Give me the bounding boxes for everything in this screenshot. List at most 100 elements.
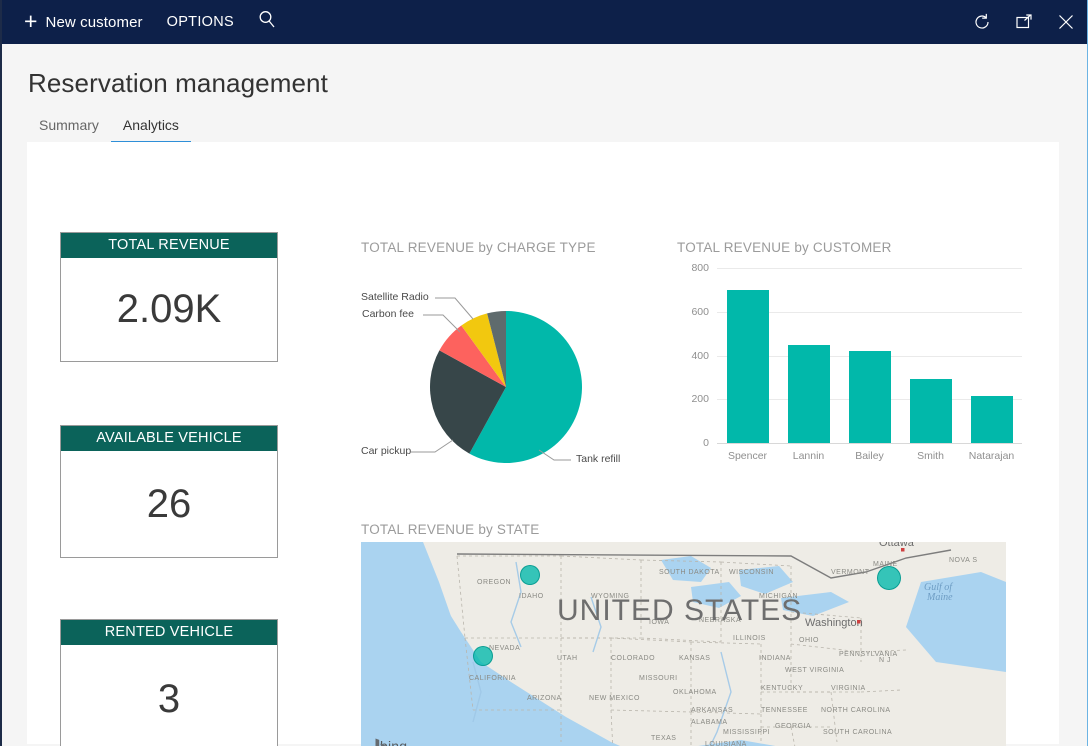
- kpi-title: AVAILABLE VEHICLE: [61, 426, 277, 451]
- bar[interactable]: [788, 345, 830, 443]
- leader-line-car-pickup: [411, 440, 453, 452]
- svg-text:ILLINOIS: ILLINOIS: [733, 635, 766, 642]
- options-button[interactable]: OPTIONS: [155, 0, 246, 44]
- svg-text:NEVADA: NEVADA: [489, 645, 520, 652]
- svg-text:SOUTH DAKOTA: SOUTH DAKOTA: [659, 569, 720, 576]
- kpi-card-total-revenue[interactable]: TOTAL REVENUE 2.09K: [60, 232, 278, 362]
- kpi-value: 2.09K: [61, 258, 277, 361]
- y-axis-tick-label: 0: [703, 437, 709, 449]
- bar-column[interactable]: [839, 268, 900, 443]
- bar-chart-title: TOTAL REVENUE by CUSTOMER: [677, 240, 892, 255]
- bar[interactable]: [910, 379, 952, 443]
- svg-text:VERMONT: VERMONT: [831, 569, 870, 576]
- svg-text:LOUISIANA: LOUISIANA: [705, 741, 747, 746]
- refresh-button[interactable]: [961, 0, 1003, 44]
- svg-text:GEORGIA: GEORGIA: [775, 723, 811, 730]
- search-icon: [258, 10, 277, 34]
- popout-icon: [1015, 13, 1033, 31]
- map-revenue-by-state[interactable]: OREGON IDAHO WYOMING SOUTH DAKOTA WISCON…: [361, 542, 1006, 746]
- svg-text:TENNESSEE: TENNESSEE: [761, 707, 808, 714]
- svg-text:Ottawa: Ottawa: [879, 542, 915, 549]
- bar-column[interactable]: [900, 268, 961, 443]
- svg-text:IDAHO: IDAHO: [519, 593, 544, 600]
- pie-label-carbon-fee: Carbon fee: [362, 308, 414, 320]
- search-button[interactable]: [246, 0, 290, 44]
- options-label: OPTIONS: [167, 14, 234, 30]
- x-axis-tick-label: Bailey: [839, 450, 900, 462]
- svg-text:CALIFORNIA: CALIFORNIA: [469, 675, 516, 682]
- app-window: + New customer OPTIONS: [0, 0, 1088, 746]
- kpi-value: 3: [61, 645, 277, 746]
- svg-text:NORTH CAROLINA: NORTH CAROLINA: [821, 707, 891, 714]
- svg-text:VIRGINIA: VIRGINIA: [831, 685, 866, 692]
- bar[interactable]: [849, 351, 891, 443]
- close-button[interactable]: [1045, 0, 1087, 44]
- svg-text:NEW MEXICO: NEW MEXICO: [589, 695, 640, 702]
- kpi-value: 26: [61, 451, 277, 557]
- svg-text:TEXAS: TEXAS: [651, 735, 676, 742]
- tab-analytics[interactable]: Analytics: [111, 117, 191, 144]
- svg-text:OKLAHOMA: OKLAHOMA: [673, 689, 717, 696]
- bar-column[interactable]: [961, 268, 1022, 443]
- svg-text:KENTUCKY: KENTUCKY: [761, 685, 803, 692]
- svg-text:MISSOURI: MISSOURI: [639, 675, 678, 682]
- map-title: TOTAL REVENUE by STATE: [361, 522, 539, 537]
- bar[interactable]: [727, 290, 769, 443]
- x-axis-tick-label: Smith: [900, 450, 961, 462]
- kpi-card-rented-vehicle[interactable]: RENTED VEHICLE 3: [60, 619, 278, 746]
- kpi-card-available-vehicle[interactable]: AVAILABLE VEHICLE 26: [60, 425, 278, 558]
- svg-text:OREGON: OREGON: [477, 579, 511, 586]
- bing-logo[interactable]: bing: [375, 738, 407, 746]
- map-country-label: UNITED STATES: [557, 594, 802, 627]
- gridline: [717, 443, 1022, 444]
- y-axis-tick-label: 600: [691, 306, 709, 318]
- tab-summary[interactable]: Summary: [27, 117, 111, 144]
- svg-text:UTAH: UTAH: [557, 655, 578, 662]
- plus-icon: +: [24, 10, 38, 33]
- svg-text:Washington: Washington: [805, 617, 863, 629]
- svg-text:KANSAS: KANSAS: [679, 655, 710, 662]
- map-bubble[interactable]: [473, 646, 493, 666]
- bar-column[interactable]: [717, 268, 778, 443]
- svg-text:ARKANSAS: ARKANSAS: [691, 707, 733, 714]
- refresh-icon: [973, 13, 991, 31]
- svg-text:OHIO: OHIO: [799, 637, 819, 644]
- svg-text:WISCONSIN: WISCONSIN: [729, 569, 774, 576]
- svg-text:COLORADO: COLORADO: [611, 655, 655, 662]
- x-axis-tick-label: Spencer: [717, 450, 778, 462]
- pie-label-satellite-radio: Satellite Radio: [361, 291, 429, 303]
- popout-button[interactable]: [1003, 0, 1045, 44]
- leader-line-satellite-radio: [435, 298, 473, 319]
- y-axis-tick-label: 200: [691, 393, 709, 405]
- page-title: Reservation management: [28, 68, 328, 99]
- svg-text:ALABAMA: ALABAMA: [691, 719, 728, 726]
- map-base-layer: OREGON IDAHO WYOMING SOUTH DAKOTA WISCON…: [361, 542, 1006, 746]
- bar-chart-revenue-by-customer[interactable]: 0 200 400 600 800 SpencerLanninBaileySmithNa…: [677, 258, 1025, 478]
- x-axis-tick-label: Lannin: [778, 450, 839, 462]
- leader-line-carbon-fee: [423, 315, 460, 332]
- kpi-title: TOTAL REVENUE: [61, 233, 277, 258]
- svg-text:ARIZONA: ARIZONA: [527, 695, 562, 702]
- svg-text:INDIANA: INDIANA: [759, 655, 791, 662]
- bar-column[interactable]: [778, 268, 839, 443]
- svg-text:MISSISSIPPI: MISSISSIPPI: [723, 729, 770, 736]
- bar-chart-bars: [717, 268, 1022, 443]
- close-icon: [1057, 13, 1075, 31]
- kpi-title: RENTED VEHICLE: [61, 620, 277, 645]
- page-body: Reservation management Summary Analytics…: [2, 44, 1087, 746]
- svg-text:SOUTH CAROLINA: SOUTH CAROLINA: [823, 729, 892, 736]
- pie-chart-revenue-by-charge-type[interactable]: Satellite Radio Carbon fee Car pickup Ta…: [361, 262, 651, 502]
- bar-chart-x-axis-labels: SpencerLanninBaileySmithNatarajan: [717, 450, 1022, 462]
- bar[interactable]: [971, 396, 1013, 443]
- map-bubble[interactable]: [520, 565, 540, 585]
- map-bubble[interactable]: [877, 566, 901, 590]
- svg-text:WEST VIRGINIA: WEST VIRGINIA: [785, 667, 844, 674]
- y-axis-tick-label: 800: [691, 262, 709, 274]
- x-axis-tick-label: Natarajan: [961, 450, 1022, 462]
- pie-label-tank-refill: Tank refill: [576, 453, 620, 465]
- analytics-dashboard: TOTAL REVENUE 2.09K AVAILABLE VEHICLE 26…: [27, 142, 1059, 744]
- new-customer-button[interactable]: + New customer: [12, 0, 155, 44]
- tab-strip: Summary Analytics: [27, 117, 191, 144]
- y-axis-tick-label: 400: [691, 350, 709, 362]
- command-bar: + New customer OPTIONS: [2, 0, 1087, 44]
